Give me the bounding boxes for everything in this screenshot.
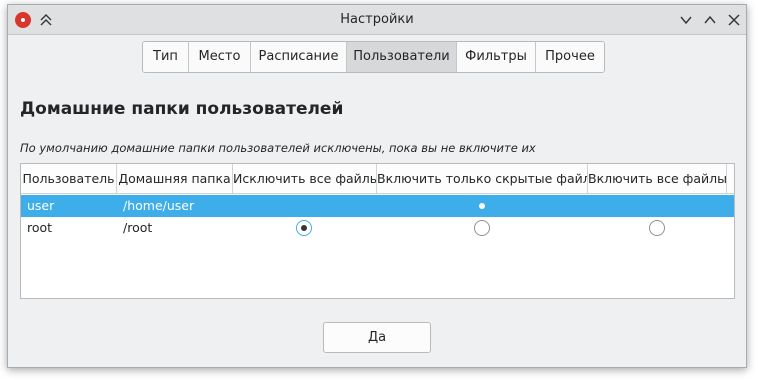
section-hint: По умолчанию домашние папки пользователе… (20, 141, 536, 155)
close-icon[interactable] (726, 12, 742, 28)
tab-type[interactable]: Тип (143, 42, 189, 72)
cell-user: user (27, 198, 55, 213)
table-row[interactable]: root /root (21, 217, 734, 239)
table-header: Пользователь Домашняя папка Исключить вс… (21, 164, 734, 194)
tab-bar: Тип Место Расписание Пользователи Фильтр… (142, 41, 605, 73)
radio-exclude-all[interactable] (296, 220, 312, 236)
cell-include-all[interactable] (588, 195, 727, 217)
tab-users[interactable]: Пользователи (347, 42, 457, 72)
radio-hidden-only[interactable] (474, 220, 490, 236)
cell-user: root (27, 220, 53, 235)
minimize-icon[interactable] (678, 12, 694, 28)
window-title: Настройки (340, 12, 414, 27)
section-title: Домашние папки пользователей (20, 99, 344, 119)
ok-button[interactable]: Да (323, 322, 431, 353)
cell-exclude-all (233, 217, 377, 239)
column-header-include-all[interactable]: Включить все файлы (588, 164, 727, 194)
table-row[interactable]: user /home/user (21, 195, 734, 217)
cell-hidden-only (377, 217, 588, 239)
users-table: Пользователь Домашняя папка Исключить вс… (20, 163, 735, 299)
column-header-user[interactable]: Пользователь (21, 164, 117, 194)
cell-hidden-only[interactable] (377, 195, 588, 217)
cell-exclude-all[interactable] (233, 195, 377, 217)
tab-place[interactable]: Место (189, 42, 251, 72)
title-bar[interactable]: Настройки (8, 5, 746, 35)
cell-include-all (588, 217, 727, 239)
maximize-icon[interactable] (702, 12, 718, 28)
column-header-hidden-only[interactable]: Включить только скрытые файлы (377, 164, 588, 194)
cell-home: /home/user (123, 198, 195, 213)
radio-hidden-only-selected[interactable] (479, 203, 485, 209)
tab-filters[interactable]: Фильтры (457, 42, 536, 72)
column-header-exclude-all[interactable]: Исключить все файлы (233, 164, 377, 194)
radio-include-all[interactable] (649, 220, 665, 236)
column-header-home[interactable]: Домашняя папка (117, 164, 233, 194)
tab-other[interactable]: Прочее (536, 42, 604, 72)
tab-schedule[interactable]: Расписание (251, 42, 347, 72)
settings-window: Настройки Тип Место Расписание Пользоват… (7, 4, 747, 368)
cell-home: /root (123, 220, 153, 235)
